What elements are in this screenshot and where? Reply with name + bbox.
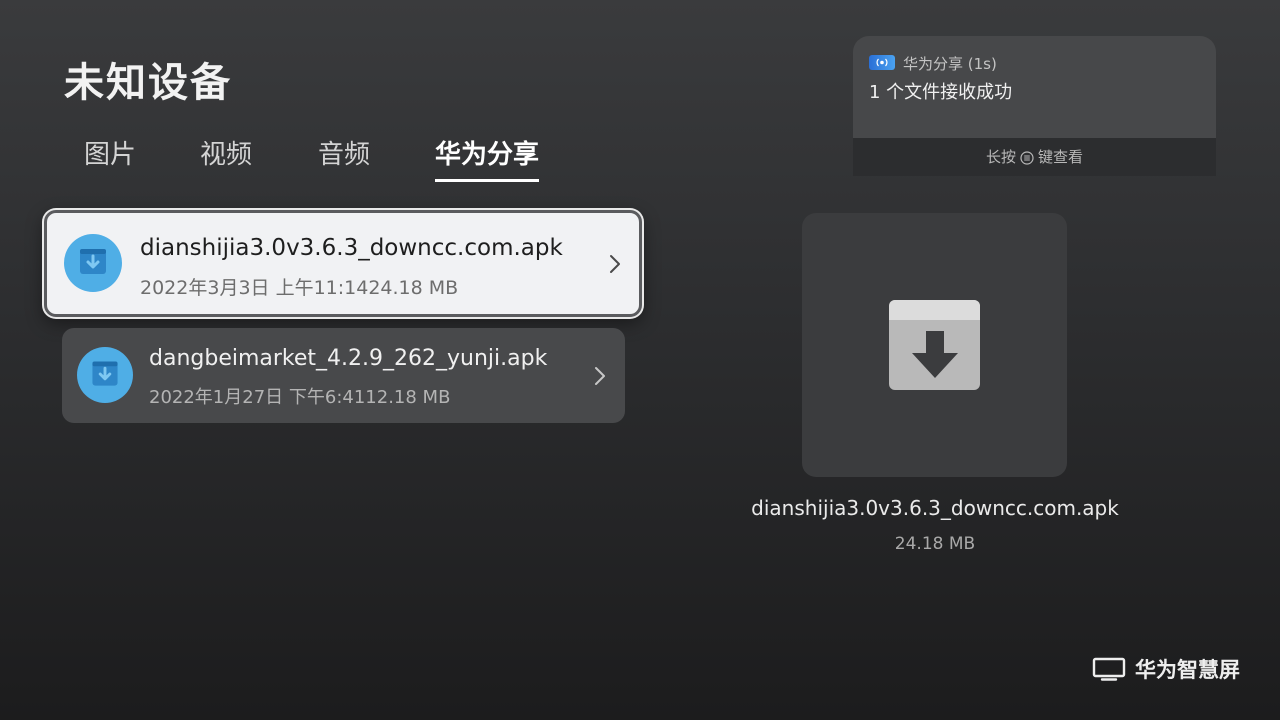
preview-file-name: dianshijia3.0v3.6.3_downcc.com.apk <box>751 496 1119 520</box>
tab-pictures[interactable]: 图片 <box>84 134 136 179</box>
file-download-icon <box>77 347 133 403</box>
share-notification[interactable]: 华为分享 (1s) 1 个文件接收成功 <box>853 36 1216 138</box>
notification-app-name: 华为分享 (1s) <box>903 55 997 73</box>
file-name: dianshijia3.0v3.6.3_downcc.com.apk <box>140 235 563 261</box>
file-date-size: 2022年3月3日 上午11:1424.18 MB <box>140 277 459 299</box>
file-list-item[interactable]: dangbeimarket_4.2.9_262_yunji.apk 2022年1… <box>62 328 625 423</box>
preview-file-size: 24.18 MB <box>894 534 976 554</box>
file-name: dangbeimarket_4.2.9_262_yunji.apk <box>149 346 548 371</box>
hint-prefix: 长按 <box>985 148 1016 166</box>
file-date-size: 2022年1月27日 下午6:4112.18 MB <box>149 387 451 408</box>
chevron-right-icon <box>595 367 605 385</box>
file-list-item[interactable]: dianshijia3.0v3.6.3_downcc.com.apk 2022年… <box>44 210 642 317</box>
hint-suffix: 键查看 <box>1038 148 1084 166</box>
tv-icon <box>1092 657 1126 681</box>
notification-message: 1 个文件接收成功 <box>869 82 1013 103</box>
file-preview-thumbnail <box>802 213 1067 477</box>
chevron-right-icon <box>610 255 620 273</box>
notification-hint: 长按 键查看 <box>853 138 1216 176</box>
tab-videos[interactable]: 视频 <box>200 134 252 179</box>
huawei-share-icon <box>869 55 895 70</box>
menu-key-icon <box>1020 150 1034 165</box>
download-box-icon <box>889 300 980 390</box>
file-download-icon <box>64 234 122 292</box>
brand-label: 华为智慧屏 <box>1135 658 1240 682</box>
tab-huawei-share[interactable]: 华为分享 <box>435 134 540 182</box>
page-title: 未知设备 <box>64 60 232 106</box>
tab-audio[interactable]: 音频 <box>318 134 370 179</box>
